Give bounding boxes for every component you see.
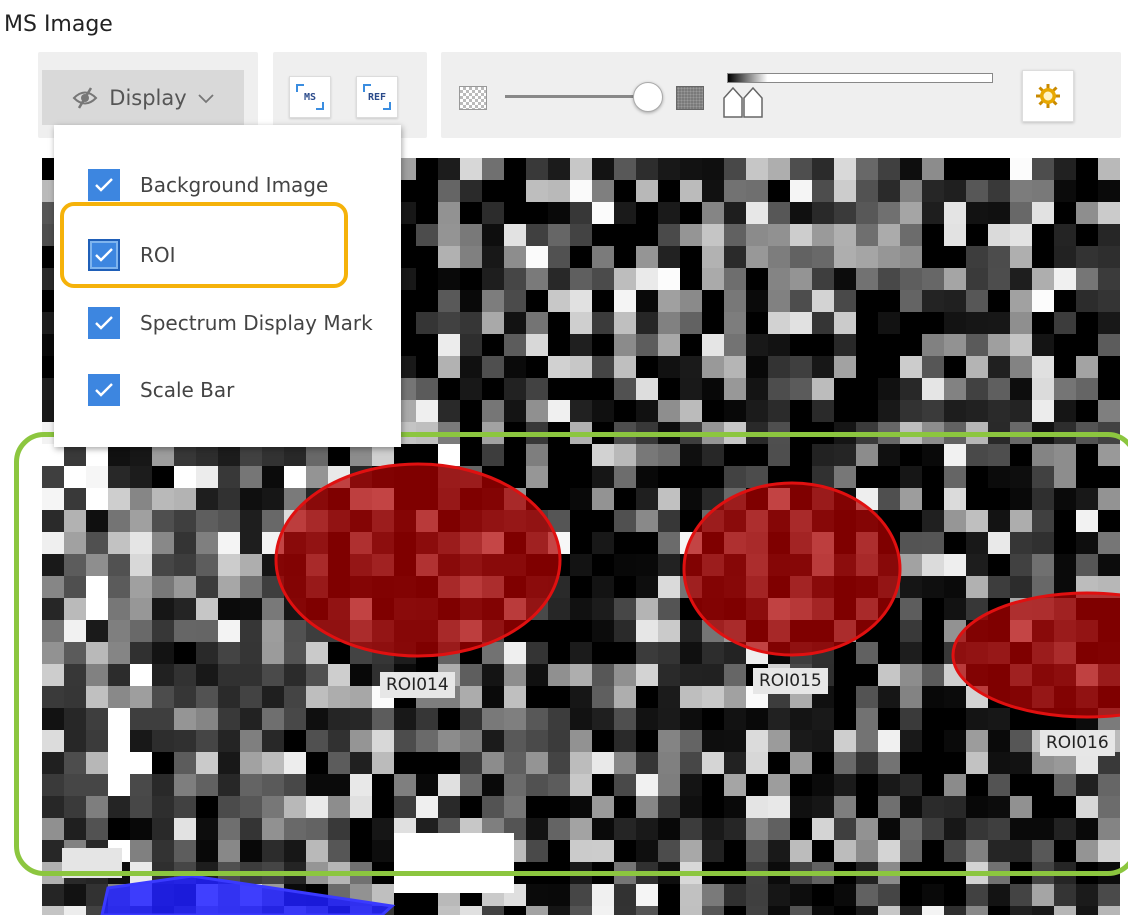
opacity-slider-thumb[interactable] (633, 82, 663, 112)
opacity-slider[interactable] (505, 82, 665, 112)
checkmark-icon (95, 316, 113, 330)
roi015-ellipse[interactable] (682, 481, 902, 657)
menu-item-label: Scale Bar (140, 378, 235, 402)
window-title: MS Image (4, 12, 113, 37)
menu-item-background-image[interactable]: Background Image (88, 163, 328, 207)
ref-button-label: REF (367, 91, 387, 103)
menu-item-label: Background Image (140, 173, 329, 197)
checkbox-roi[interactable] (88, 239, 120, 271)
white-blob (394, 833, 514, 893)
checkmark-icon (95, 248, 113, 262)
eye-slash-icon (72, 86, 98, 109)
roi014-ellipse[interactable] (274, 462, 562, 658)
menu-item-spectrum-display-mark[interactable]: Spectrum Display Mark (88, 301, 373, 345)
white-blob-2 (62, 848, 122, 878)
display-button-label: Display (109, 85, 187, 110)
blue-roi-shape[interactable] (100, 874, 396, 915)
sun-gear-icon (1036, 84, 1060, 108)
color-scale-bar[interactable] (727, 73, 993, 83)
checkbox-scale-bar[interactable] (88, 374, 120, 406)
menu-item-roi[interactable]: ROI (88, 233, 176, 277)
checkmark-icon (95, 178, 113, 192)
roi015-label[interactable]: ROI015 (753, 668, 828, 694)
display-button[interactable]: Display (42, 70, 244, 125)
checkmark-icon (95, 383, 113, 397)
checker-icon (459, 86, 487, 110)
ms-button-label: MS (303, 91, 317, 103)
roi016-label[interactable]: ROI016 (1040, 730, 1115, 756)
roi016-ellipse[interactable] (951, 591, 1120, 719)
color-scale-handles[interactable] (722, 84, 770, 118)
ms-button[interactable]: MS (289, 76, 331, 118)
display-dropdown-menu: Background Image ROI Spectrum Display Ma… (54, 125, 401, 447)
menu-item-label: ROI (140, 243, 176, 267)
checkbox-background-image[interactable] (88, 169, 120, 201)
settings-button[interactable] (1022, 70, 1074, 122)
checkbox-spectrum-display-mark[interactable] (88, 307, 120, 339)
roi014-label[interactable]: ROI014 (380, 672, 455, 698)
chevron-down-icon (198, 93, 214, 103)
menu-item-scale-bar[interactable]: Scale Bar (88, 368, 234, 412)
ref-button[interactable]: REF (356, 76, 398, 118)
menu-item-label: Spectrum Display Mark (140, 311, 373, 335)
solid-square-icon (676, 86, 704, 110)
